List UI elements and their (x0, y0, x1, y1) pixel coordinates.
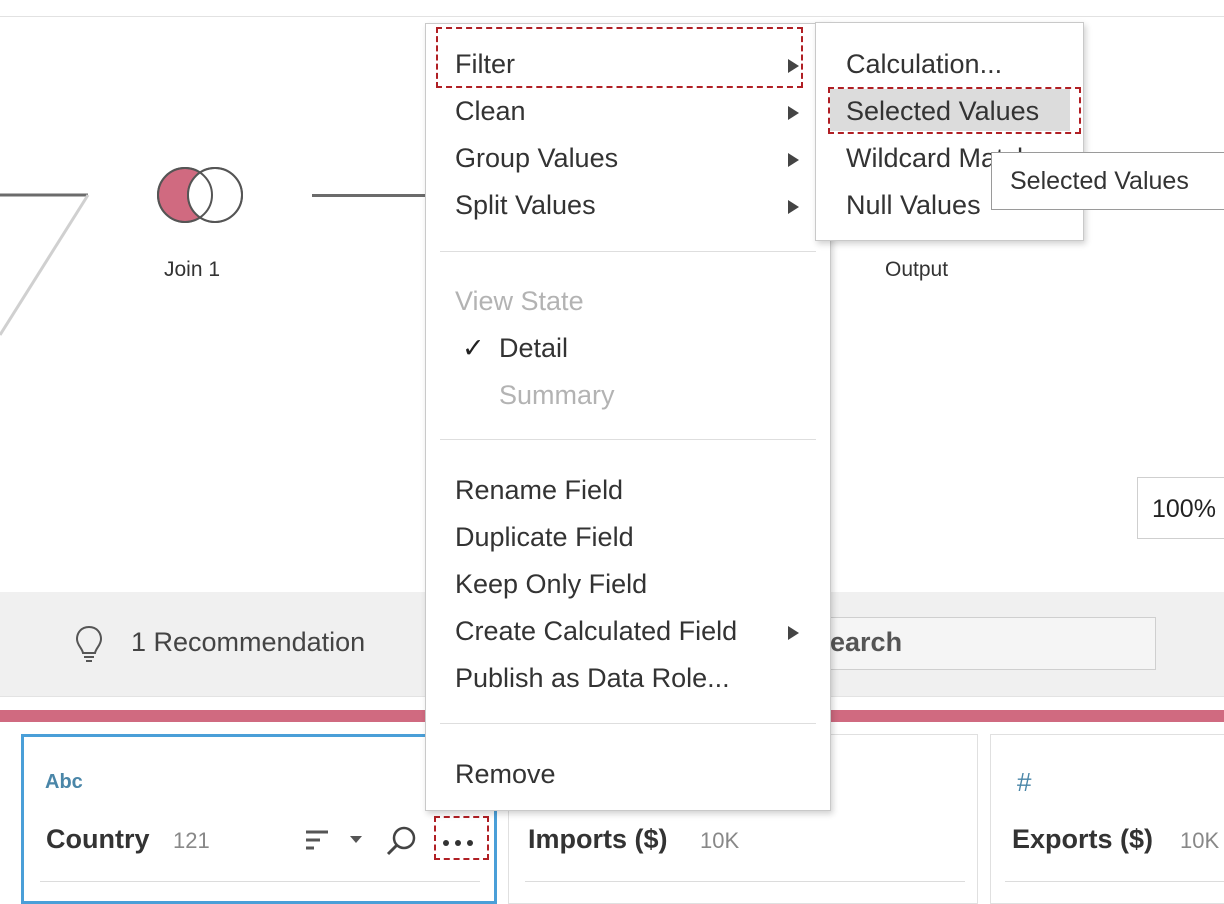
lightbulb-icon (74, 624, 104, 662)
menu-separator (440, 439, 816, 440)
profile-card-exports[interactable] (990, 734, 1224, 904)
menu-item-group-values[interactable]: Group Values (455, 143, 618, 174)
submenu-arrow-icon (788, 153, 799, 167)
menu-item-keep-only-field[interactable]: Keep Only Field (455, 569, 647, 600)
more-options-highlight (434, 816, 489, 860)
zoom-level[interactable]: 100% (1137, 477, 1224, 539)
menu-item-clean[interactable]: Clean (455, 96, 526, 127)
menu-heading-view-state: View State (455, 286, 584, 316)
selected-values-highlight (828, 87, 1081, 134)
menu-item-split-values[interactable]: Split Values (455, 190, 596, 221)
field-name[interactable]: Exports ($) (1012, 824, 1153, 855)
sort-icon[interactable] (306, 830, 330, 857)
recommendation-button[interactable]: 1 Recommendation (131, 627, 365, 658)
field-context-menu: Filter Clean Group Values Split Values V… (425, 23, 831, 811)
menu-item-duplicate-field[interactable]: Duplicate Field (455, 522, 634, 553)
card-divider (525, 881, 965, 882)
card-divider (1005, 881, 1224, 882)
sort-dropdown-icon[interactable] (350, 836, 362, 843)
submenu-arrow-icon (788, 626, 799, 640)
join-node-label[interactable]: Join 1 (164, 258, 220, 282)
menu-item-summary[interactable]: Summary (499, 380, 615, 411)
menu-item-publish-as-data-role[interactable]: Publish as Data Role... (455, 663, 730, 694)
number-type-icon[interactable]: # (1017, 767, 1031, 798)
menu-separator (440, 723, 816, 724)
top-border (0, 0, 1224, 17)
menu-separator (440, 251, 816, 252)
string-type-icon[interactable]: Abc (45, 771, 83, 794)
menu-item-rename-field[interactable]: Rename Field (455, 475, 623, 506)
menu-item-detail[interactable]: Detail (499, 333, 568, 364)
filter-highlight (436, 27, 803, 88)
submenu-item-null-values[interactable]: Null Values (846, 190, 981, 221)
flow-connector (312, 194, 426, 197)
join-node-icon[interactable] (155, 166, 249, 226)
check-icon: ✓ (462, 333, 485, 363)
flow-connector-left (0, 193, 90, 336)
field-count: 10K (1180, 828, 1220, 853)
card-divider (40, 881, 480, 882)
field-name[interactable]: Country (46, 824, 150, 855)
menu-item-remove[interactable]: Remove (455, 759, 556, 790)
submenu-arrow-icon (788, 106, 799, 120)
field-count: 121 (173, 828, 210, 853)
tooltip: Selected Values (991, 152, 1224, 210)
search-field-icon[interactable] (385, 825, 417, 862)
submenu-arrow-icon (788, 200, 799, 214)
field-count: 10K (700, 828, 740, 853)
menu-item-create-calculated-field[interactable]: Create Calculated Field (455, 616, 737, 647)
submenu-item-calculation[interactable]: Calculation... (846, 49, 1002, 80)
output-node-label[interactable]: Output (885, 258, 948, 282)
field-name[interactable]: Imports ($) (528, 824, 668, 855)
